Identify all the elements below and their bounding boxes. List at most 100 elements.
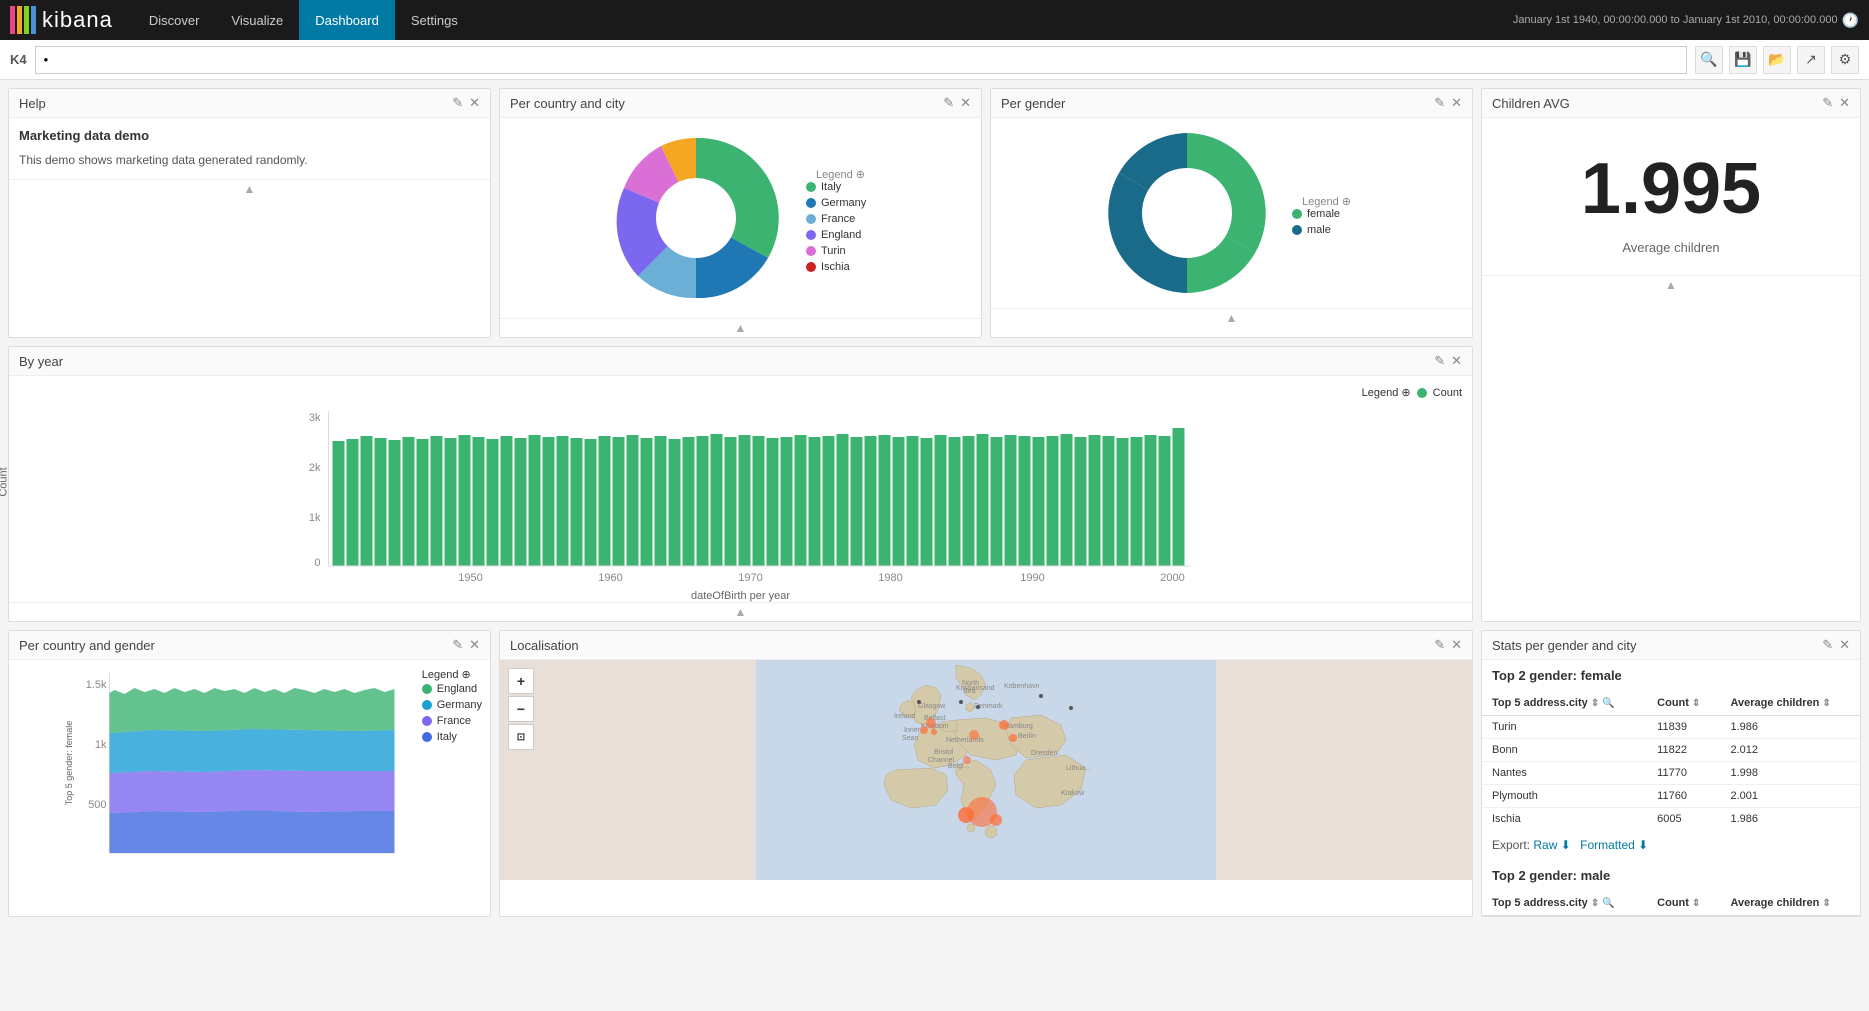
bar-1980	[893, 437, 905, 566]
by-year-header: By year ✎ ✕	[9, 347, 1472, 376]
pie-close-icon[interactable]: ✕	[960, 95, 971, 111]
stats-col-count[interactable]: Count ⇕	[1647, 691, 1720, 716]
search-input[interactable]	[35, 46, 1687, 74]
city-plymouth: Plymouth	[1482, 785, 1647, 808]
clock-icon: 🕐	[1842, 12, 1859, 29]
nav-dashboard[interactable]: Dashboard	[299, 0, 395, 40]
children-avg-panel: Children AVG ✎ ✕ 1.995 Average children …	[1481, 88, 1861, 622]
y-axis-title: Count	[0, 467, 10, 496]
per-gender-panel: Per gender ✎ ✕ Legend ⊕	[990, 88, 1473, 338]
male-col-city-label: Top 5 address.city	[1492, 897, 1588, 909]
col-avg-label: Average children	[1730, 697, 1819, 709]
share-button[interactable]: ↗	[1797, 46, 1825, 74]
pcg-legend-italy: Italy	[422, 731, 482, 743]
by-year-panel: By year ✎ ✕ Legend ⊕ Count	[8, 346, 1473, 622]
search-button[interactable]: 🔍	[1695, 46, 1723, 74]
children-collapse[interactable]: ▲	[1482, 275, 1860, 294]
gender-close-icon[interactable]: ✕	[1451, 95, 1462, 111]
count-bonn: 11822	[1647, 739, 1720, 762]
save-button[interactable]: 💾	[1729, 46, 1757, 74]
per-country-gender-header: Per country and gender ✎ ✕	[9, 631, 490, 660]
bar-1946	[417, 439, 429, 566]
map-label-belgium: Belgi...	[948, 763, 969, 770]
count-plymouth: 11760	[1647, 785, 1720, 808]
gender-edit-icon[interactable]: ✎	[1434, 95, 1445, 111]
city-bonn: Bonn	[1482, 739, 1647, 762]
search-label: K4	[10, 52, 27, 67]
legend-italy: Italy	[806, 181, 875, 193]
map-dot-kobenhavn	[976, 705, 980, 709]
bar-1940	[333, 441, 345, 566]
children-edit-icon[interactable]: ✎	[1822, 95, 1833, 111]
localisation-title: Localisation	[510, 638, 579, 653]
localisation-edit-icon[interactable]: ✎	[1434, 637, 1445, 653]
children-close-icon[interactable]: ✕	[1839, 95, 1850, 111]
pie-legend-items: Italy Germany France England	[806, 181, 875, 273]
help-edit-icon[interactable]: ✎	[452, 95, 463, 111]
nav-discover[interactable]: Discover	[133, 0, 216, 40]
by-year-close-icon[interactable]: ✕	[1451, 353, 1462, 369]
localisation-controls: ✎ ✕	[1434, 637, 1462, 653]
x-label-1980: 1980	[878, 572, 902, 584]
nav-visualize[interactable]: Visualize	[215, 0, 299, 40]
area-chart-inner: Legend ⊕ England Germany	[17, 668, 482, 868]
stats-edit-icon[interactable]: ✎	[1822, 637, 1833, 653]
bar-2000	[1173, 428, 1185, 566]
bar-1955	[543, 437, 555, 566]
bar-1961	[627, 435, 639, 566]
pie-edit-icon[interactable]: ✎	[943, 95, 954, 111]
help-panel-header: Help ✎ ✕	[9, 89, 490, 118]
gender-legend-items: female male	[1292, 208, 1361, 236]
localisation-header: Localisation ✎ ✕	[500, 631, 1472, 660]
map-label-dresden: Dresden	[1031, 750, 1058, 757]
stats-close-icon[interactable]: ✕	[1839, 637, 1850, 653]
map-zoom-in[interactable]: +	[508, 668, 534, 694]
main-nav: Discover Visualize Dashboard Settings	[133, 0, 474, 40]
stats-female-table: Top 5 address.city ⇕ 🔍 Count ⇕ Average c…	[1482, 691, 1860, 830]
stats-male-col-count[interactable]: Count ⇕	[1647, 891, 1720, 916]
settings-button[interactable]: ⚙	[1831, 46, 1859, 74]
legend-ischia: Ischia	[806, 261, 875, 273]
help-collapse[interactable]: ▲	[9, 179, 490, 198]
map-bubble-london	[926, 718, 936, 728]
pie-collapse[interactable]: ▲	[500, 318, 981, 337]
export-formatted-link[interactable]: Formatted ⬇	[1580, 838, 1648, 852]
localisation-close-icon[interactable]: ✕	[1451, 637, 1462, 653]
pcg-dot-england	[422, 684, 432, 694]
x-label-1990: 1990	[1020, 572, 1044, 584]
load-button[interactable]: 📂	[1763, 46, 1791, 74]
map-zoom-out[interactable]: −	[508, 696, 534, 722]
col-city-label: Top 5 address.city	[1492, 697, 1588, 709]
city-nantes: Nantes	[1482, 762, 1647, 785]
export-raw-link[interactable]: Raw ⬇	[1533, 838, 1574, 852]
gender-legend-header: Legend ⊕	[1292, 191, 1361, 208]
male-col-avg-label: Average children	[1730, 897, 1819, 909]
legend-label-female: female	[1307, 208, 1340, 220]
gender-collapse[interactable]: ▲	[991, 308, 1472, 327]
map-bubble-berlin	[1009, 734, 1017, 742]
help-close-icon[interactable]: ✕	[469, 95, 480, 111]
stats-male-col-city[interactable]: Top 5 address.city ⇕ 🔍	[1482, 891, 1647, 916]
pcg-close-icon[interactable]: ✕	[469, 637, 480, 653]
stats-col-city[interactable]: Top 5 address.city ⇕ 🔍	[1482, 691, 1647, 716]
per-country-gender-title: Per country and gender	[19, 638, 155, 653]
stats-male-col-avg[interactable]: Average children ⇕	[1720, 891, 1860, 916]
bar-1996	[1117, 438, 1129, 566]
map-label-kobenhavn: Kobenhavn	[1004, 683, 1040, 690]
stats-col-avg[interactable]: Average children ⇕	[1720, 691, 1860, 716]
nav-settings[interactable]: Settings	[395, 0, 474, 40]
children-controls: ✎ ✕	[1822, 95, 1850, 111]
by-year-collapse[interactable]: ▲	[9, 602, 1472, 621]
map-bubble-4	[969, 730, 979, 740]
pcg-edit-icon[interactable]: ✎	[452, 637, 463, 653]
map-label-lithua: Lithua...	[1066, 765, 1091, 772]
bar-1995	[1103, 436, 1115, 566]
avg-turin: 1.986	[1720, 716, 1860, 739]
map-reset[interactable]: ⊡	[508, 724, 534, 750]
kibana-logo: kibana	[10, 6, 113, 34]
per-gender-controls: ✎ ✕	[1434, 95, 1462, 111]
by-year-edit-icon[interactable]: ✎	[1434, 353, 1445, 369]
bar-1997	[1131, 437, 1143, 566]
bar-1964	[669, 439, 681, 566]
bar-1943	[375, 438, 387, 566]
